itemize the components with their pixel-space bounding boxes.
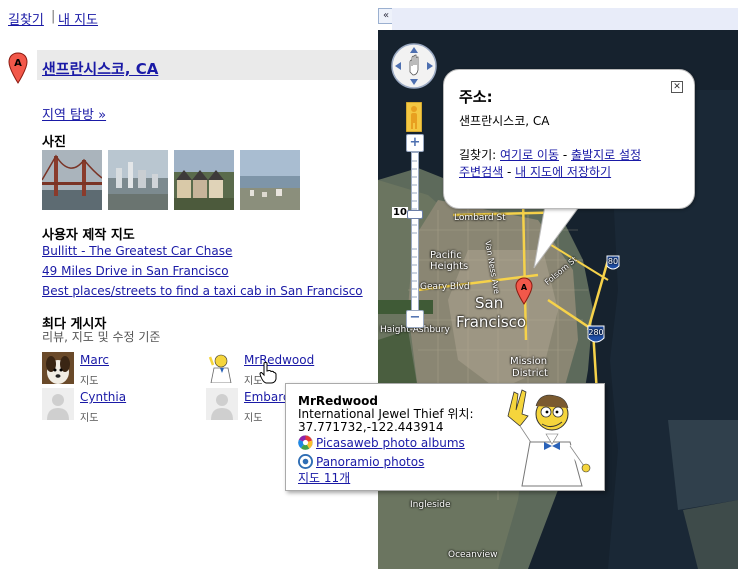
user-maps-heading: 사용자 제작 지도 bbox=[42, 228, 135, 243]
picasa-albums-link[interactable]: Picasaweb photo albums bbox=[316, 436, 465, 450]
panoramio-photos-link[interactable]: Panoramio photos bbox=[316, 455, 424, 469]
search-nearby-link[interactable]: 주변검색 bbox=[459, 165, 503, 179]
card-description: International Jewel Thief 위치: 37.771732,… bbox=[298, 407, 474, 434]
zoom-in-button[interactable]: + bbox=[406, 134, 424, 152]
photo-city-skyline[interactable] bbox=[108, 150, 168, 210]
svg-text:A: A bbox=[521, 283, 528, 292]
photo-bay-view[interactable] bbox=[240, 150, 300, 210]
contributor-name-cynthia[interactable]: Cynthia bbox=[80, 390, 126, 404]
place-title-link[interactable]: 샌프란시스코, CA bbox=[42, 58, 158, 79]
map-label-i80: 80 bbox=[607, 257, 619, 266]
map-label-sf-2: Francisco bbox=[456, 313, 527, 331]
pan-control[interactable] bbox=[390, 42, 438, 90]
contributor-label-cynthia: 지도 bbox=[80, 413, 99, 424]
contributor-name-marc[interactable]: Marc bbox=[80, 353, 109, 367]
my-maps-link[interactable]: 내 지도 bbox=[58, 9, 98, 28]
tab-separator: | bbox=[51, 9, 56, 24]
contributor-label-marc: 지도 bbox=[80, 376, 99, 387]
top-bar: 길찾기 | 내 지도 « bbox=[0, 0, 738, 30]
contributor-hover-card: MrRedwood International Jewel Thief 위치: … bbox=[285, 383, 605, 491]
directions-prefix: 길찾기: bbox=[459, 148, 497, 162]
map-label-i280: 280 bbox=[588, 328, 604, 337]
bubble-tail bbox=[533, 200, 588, 269]
map-label-oceanview: Oceanview bbox=[448, 550, 498, 560]
map-label-ingleside: Ingleside bbox=[410, 500, 451, 510]
link-separator: - bbox=[559, 148, 571, 162]
panoramio-icon bbox=[298, 454, 313, 469]
directions-link[interactable]: 길찾기 bbox=[8, 9, 44, 28]
zoom-ticks bbox=[411, 160, 417, 298]
marker-a-icon: A bbox=[8, 52, 28, 84]
info-window-actions-row: 주변검색 - 내 지도에 저장하기 bbox=[459, 163, 611, 180]
avatar-mrredwood[interactable] bbox=[206, 351, 238, 383]
maps-count-link[interactable]: 지도 11개 bbox=[298, 469, 350, 486]
user-map-link-taxi[interactable]: Best places/streets to find a taxi cab i… bbox=[42, 284, 363, 298]
close-icon[interactable]: ✕ bbox=[671, 81, 683, 93]
picasa-icon bbox=[298, 435, 313, 450]
avatar-marc[interactable] bbox=[42, 352, 74, 384]
user-map-link-49-miles[interactable]: 49 Miles Drive in San Francisco bbox=[42, 264, 229, 278]
map-label-pacific: Pacific Heights bbox=[430, 250, 469, 272]
zoom-slider-handle[interactable] bbox=[407, 210, 423, 219]
avatar-embarc[interactable] bbox=[206, 388, 238, 420]
to-here-link[interactable]: 여기로 이동 bbox=[500, 148, 559, 162]
info-window-address: 샌프란시스코, CA bbox=[459, 114, 550, 128]
map-label-sf-1: San bbox=[475, 294, 504, 312]
map-label-geary: Geary Blvd bbox=[420, 282, 470, 292]
link-separator: - bbox=[503, 165, 516, 179]
svg-text:A: A bbox=[14, 58, 22, 69]
photo-painted-ladies[interactable] bbox=[174, 150, 234, 210]
contributor-name-embarc[interactable]: Embarc bbox=[244, 390, 290, 404]
save-to-my-maps-link[interactable]: 내 지도에 저장하기 bbox=[515, 165, 611, 179]
contributor-name-mrredwood[interactable]: MrRedwood bbox=[244, 353, 314, 367]
from-here-link[interactable]: 출발지로 설정 bbox=[571, 148, 641, 162]
map-label-mission-1: Mission bbox=[510, 356, 548, 367]
contributor-label-embarc: 지도 bbox=[244, 413, 263, 424]
top-strip bbox=[392, 8, 738, 30]
hand-cursor-icon bbox=[259, 362, 277, 384]
card-name: MrRedwood bbox=[298, 394, 378, 408]
photos-heading: 사진 bbox=[42, 135, 66, 150]
avatar-cynthia[interactable] bbox=[42, 388, 74, 420]
user-map-link-bullitt[interactable]: Bullitt - The Greatest Car Chase bbox=[42, 244, 232, 258]
zoom-level-label: 10 bbox=[392, 207, 408, 218]
zoom-out-button[interactable]: − bbox=[406, 310, 424, 328]
info-window-directions-row: 길찾기: 여기로 이동 - 출발지로 설정 bbox=[459, 146, 641, 163]
mrredwood-avatar-large bbox=[507, 389, 591, 487]
info-window-title: 주소: bbox=[459, 88, 493, 106]
info-window: 주소: 샌프란시스코, CA 길찾기: 여기로 이동 - 출발지로 설정 주변검… bbox=[443, 69, 695, 209]
explore-area-link[interactable]: 지역 탐방 » bbox=[42, 104, 106, 123]
map-label-mission-2: District bbox=[512, 368, 548, 379]
top-tabs: 길찾기 | 내 지도 bbox=[0, 0, 378, 30]
map-label-lombard: Lombard St bbox=[454, 213, 506, 223]
pegman-icon[interactable] bbox=[406, 102, 422, 132]
top-contributors-subheading: 리뷰, 지도 및 수정 기준 bbox=[42, 330, 161, 344]
photo-golden-gate[interactable] bbox=[42, 150, 102, 210]
